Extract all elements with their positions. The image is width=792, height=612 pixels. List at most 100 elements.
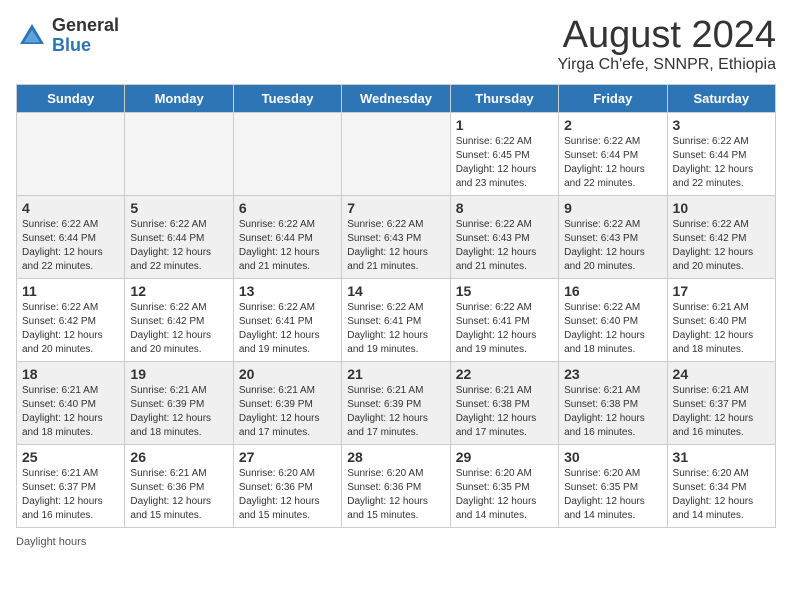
- day-number: 29: [456, 449, 553, 465]
- day-number: 22: [456, 366, 553, 382]
- day-number: 19: [130, 366, 227, 382]
- calendar-cell: 26 Sunrise: 6:21 AM Sunset: 6:36 PM Dayli…: [125, 445, 233, 528]
- day-number: 26: [130, 449, 227, 465]
- location-title: Yirga Ch'efe, SNNPR, Ethiopia: [557, 56, 776, 74]
- calendar-cell: 12 Sunrise: 6:22 AM Sunset: 6:42 PM Dayli…: [125, 279, 233, 362]
- day-number: 25: [22, 449, 119, 465]
- title-section: August 2024 Yirga Ch'efe, SNNPR, Ethiopi…: [557, 16, 776, 74]
- day-number: 21: [347, 366, 444, 382]
- calendar-cell: 2 Sunrise: 6:22 AM Sunset: 6:44 PM Daylig…: [559, 113, 667, 196]
- day-detail: Sunrise: 6:21 AM Sunset: 6:36 PM Dayligh…: [130, 467, 227, 523]
- day-number: 30: [564, 449, 661, 465]
- calendar-cell: 19 Sunrise: 6:21 AM Sunset: 6:39 PM Dayli…: [125, 362, 233, 445]
- day-number: 18: [22, 366, 119, 382]
- day-number: 31: [673, 449, 770, 465]
- day-number: 17: [673, 283, 770, 299]
- day-detail: Sunrise: 6:21 AM Sunset: 6:38 PM Dayligh…: [564, 384, 661, 440]
- calendar-cell: 1 Sunrise: 6:22 AM Sunset: 6:45 PM Daylig…: [450, 113, 558, 196]
- day-detail: Sunrise: 6:22 AM Sunset: 6:44 PM Dayligh…: [564, 135, 661, 191]
- day-number: 15: [456, 283, 553, 299]
- calendar-table: SundayMondayTuesdayWednesdayThursdayFrid…: [16, 84, 776, 528]
- day-detail: Sunrise: 6:21 AM Sunset: 6:38 PM Dayligh…: [456, 384, 553, 440]
- day-number: 27: [239, 449, 336, 465]
- day-detail: Sunrise: 6:22 AM Sunset: 6:44 PM Dayligh…: [22, 218, 119, 274]
- calendar-cell: 9 Sunrise: 6:22 AM Sunset: 6:43 PM Daylig…: [559, 196, 667, 279]
- day-header-sunday: Sunday: [17, 85, 125, 113]
- day-number: 2: [564, 117, 661, 133]
- day-detail: Sunrise: 6:22 AM Sunset: 6:41 PM Dayligh…: [239, 301, 336, 357]
- day-detail: Sunrise: 6:21 AM Sunset: 6:39 PM Dayligh…: [239, 384, 336, 440]
- day-number: 20: [239, 366, 336, 382]
- header-row: SundayMondayTuesdayWednesdayThursdayFrid…: [17, 85, 776, 113]
- calendar-cell: 25Sunrise: 6:21 AM Sunset: 6:37 PM Dayli…: [17, 445, 125, 528]
- calendar-cell: 4Sunrise: 6:22 AM Sunset: 6:44 PM Daylig…: [17, 196, 125, 279]
- day-number: 14: [347, 283, 444, 299]
- calendar-cell: [17, 113, 125, 196]
- day-detail: Sunrise: 6:21 AM Sunset: 6:39 PM Dayligh…: [130, 384, 227, 440]
- calendar-week-2: 4Sunrise: 6:22 AM Sunset: 6:44 PM Daylig…: [17, 196, 776, 279]
- logo: General Blue: [16, 16, 119, 56]
- calendar-cell: 28Sunrise: 6:20 AM Sunset: 6:36 PM Dayli…: [342, 445, 450, 528]
- calendar-cell: 22 Sunrise: 6:21 AM Sunset: 6:38 PM Dayli…: [450, 362, 558, 445]
- day-detail: Sunrise: 6:20 AM Sunset: 6:34 PM Dayligh…: [673, 467, 770, 523]
- day-detail: Sunrise: 6:21 AM Sunset: 6:37 PM Dayligh…: [673, 384, 770, 440]
- footer: Daylight hours: [16, 536, 776, 548]
- day-detail: Sunrise: 6:21 AM Sunset: 6:39 PM Dayligh…: [347, 384, 444, 440]
- day-number: 9: [564, 200, 661, 216]
- day-number: 28: [347, 449, 444, 465]
- day-number: 16: [564, 283, 661, 299]
- calendar-cell: 18Sunrise: 6:21 AM Sunset: 6:40 PM Dayli…: [17, 362, 125, 445]
- day-number: 3: [673, 117, 770, 133]
- calendar-cell: 16Sunrise: 6:22 AM Sunset: 6:40 PM Dayli…: [559, 279, 667, 362]
- calendar-cell: 5Sunrise: 6:22 AM Sunset: 6:44 PM Daylig…: [125, 196, 233, 279]
- logo-icon: [16, 20, 48, 52]
- day-number: 7: [347, 200, 444, 216]
- month-title: August 2024: [557, 16, 776, 54]
- calendar-cell: 31 Sunrise: 6:20 AM Sunset: 6:34 PM Dayli…: [667, 445, 775, 528]
- day-detail: Sunrise: 6:22 AM Sunset: 6:43 PM Dayligh…: [347, 218, 444, 274]
- calendar-cell: 6 Sunrise: 6:22 AM Sunset: 6:44 PM Daylig…: [233, 196, 341, 279]
- logo-blue-text: Blue: [52, 36, 119, 56]
- calendar-cell: 13 Sunrise: 6:22 AM Sunset: 6:41 PM Dayli…: [233, 279, 341, 362]
- logo-general-text: General: [52, 16, 119, 36]
- calendar-cell: [342, 113, 450, 196]
- calendar-cell: 30Sunrise: 6:20 AM Sunset: 6:35 PM Dayli…: [559, 445, 667, 528]
- day-detail: Sunrise: 6:20 AM Sunset: 6:35 PM Dayligh…: [456, 467, 553, 523]
- day-number: 10: [673, 200, 770, 216]
- day-number: 5: [130, 200, 227, 216]
- day-number: 23: [564, 366, 661, 382]
- day-detail: Sunrise: 6:22 AM Sunset: 6:43 PM Dayligh…: [564, 218, 661, 274]
- day-header-saturday: Saturday: [667, 85, 775, 113]
- day-detail: Sunrise: 6:22 AM Sunset: 6:42 PM Dayligh…: [130, 301, 227, 357]
- calendar-cell: 17 Sunrise: 6:21 AM Sunset: 6:40 PM Dayli…: [667, 279, 775, 362]
- calendar-week-4: 18Sunrise: 6:21 AM Sunset: 6:40 PM Dayli…: [17, 362, 776, 445]
- day-number: 13: [239, 283, 336, 299]
- calendar-cell: [125, 113, 233, 196]
- calendar-cell: 21 Sunrise: 6:21 AM Sunset: 6:39 PM Dayli…: [342, 362, 450, 445]
- calendar-week-3: 11 Sunrise: 6:22 AM Sunset: 6:42 PM Dayli…: [17, 279, 776, 362]
- calendar-cell: 23 Sunrise: 6:21 AM Sunset: 6:38 PM Dayli…: [559, 362, 667, 445]
- footer-daylight-label: Daylight hours: [16, 536, 86, 548]
- calendar-week-1: 1 Sunrise: 6:22 AM Sunset: 6:45 PM Daylig…: [17, 113, 776, 196]
- day-number: 11: [22, 283, 119, 299]
- calendar-cell: 10 Sunrise: 6:22 AM Sunset: 6:42 PM Dayli…: [667, 196, 775, 279]
- day-detail: Sunrise: 6:21 AM Sunset: 6:40 PM Dayligh…: [673, 301, 770, 357]
- day-detail: Sunrise: 6:22 AM Sunset: 6:44 PM Dayligh…: [239, 218, 336, 274]
- calendar-cell: 11 Sunrise: 6:22 AM Sunset: 6:42 PM Dayli…: [17, 279, 125, 362]
- day-detail: Sunrise: 6:22 AM Sunset: 6:45 PM Dayligh…: [456, 135, 553, 191]
- calendar-cell: 20 Sunrise: 6:21 AM Sunset: 6:39 PM Dayli…: [233, 362, 341, 445]
- calendar-cell: 27Sunrise: 6:20 AM Sunset: 6:36 PM Dayli…: [233, 445, 341, 528]
- day-number: 6: [239, 200, 336, 216]
- day-number: 12: [130, 283, 227, 299]
- day-detail: Sunrise: 6:22 AM Sunset: 6:44 PM Dayligh…: [673, 135, 770, 191]
- day-number: 1: [456, 117, 553, 133]
- day-detail: Sunrise: 6:22 AM Sunset: 6:42 PM Dayligh…: [22, 301, 119, 357]
- calendar-cell: 8Sunrise: 6:22 AM Sunset: 6:43 PM Daylig…: [450, 196, 558, 279]
- day-detail: Sunrise: 6:22 AM Sunset: 6:42 PM Dayligh…: [673, 218, 770, 274]
- calendar-cell: 14Sunrise: 6:22 AM Sunset: 6:41 PM Dayli…: [342, 279, 450, 362]
- calendar-cell: [233, 113, 341, 196]
- day-header-wednesday: Wednesday: [342, 85, 450, 113]
- day-header-thursday: Thursday: [450, 85, 558, 113]
- calendar-cell: 29 Sunrise: 6:20 AM Sunset: 6:35 PM Dayli…: [450, 445, 558, 528]
- day-header-friday: Friday: [559, 85, 667, 113]
